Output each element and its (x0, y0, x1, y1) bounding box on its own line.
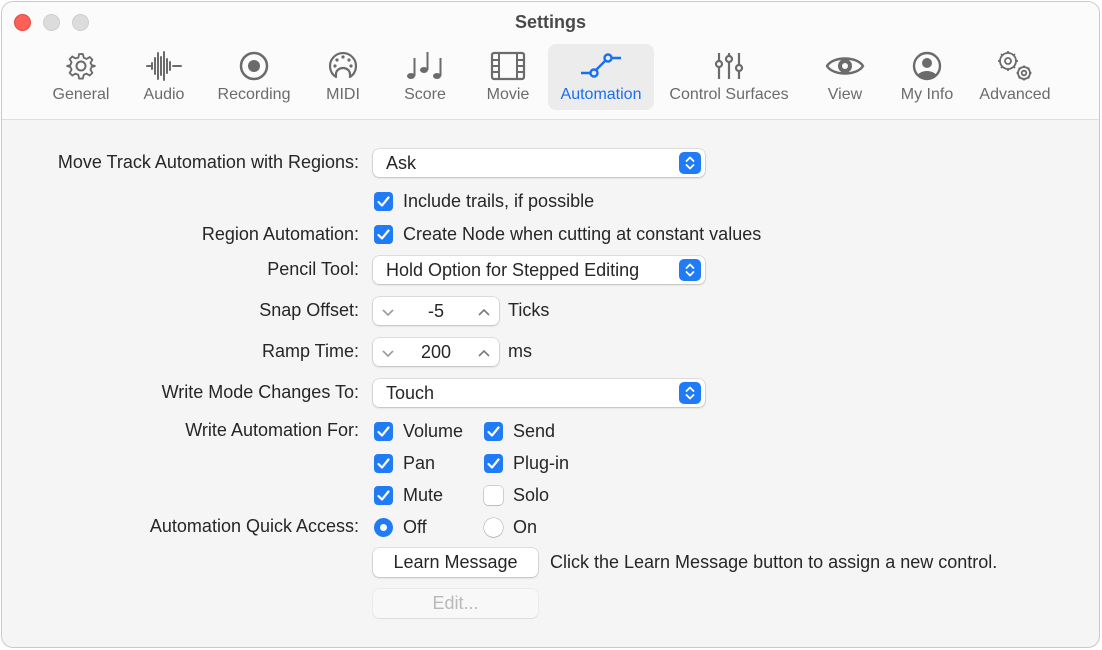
tab-label: MIDI (326, 86, 360, 103)
radio-label: Off (403, 517, 427, 537)
popup-value: Touch (386, 383, 435, 403)
chevron-down-icon[interactable] (381, 303, 395, 324)
tab-score[interactable]: Score (398, 44, 452, 110)
ramp-time-label: Ramp Time: (261, 341, 359, 361)
eye-icon (825, 48, 865, 84)
popup-value: Hold Option for Stepped Editing (386, 260, 640, 280)
checkbox-label: Plug-in (513, 453, 570, 473)
checkmark-icon (374, 192, 393, 211)
checkbox-label: Send (513, 421, 556, 441)
sliders-icon (713, 48, 745, 84)
checkbox-label: Mute (403, 485, 444, 505)
tab-audio[interactable]: Audio (134, 44, 194, 110)
chevron-up-icon[interactable] (477, 303, 491, 324)
tab-midi[interactable]: MIDI (318, 44, 368, 110)
move-track-automation-label: Move Track Automation with Regions: (57, 152, 359, 172)
write-automation-for-label: Write Automation For: (185, 420, 359, 440)
snap-offset-label: Snap Offset: (259, 300, 359, 320)
checkbox-label: Include trails, if possible (403, 191, 595, 211)
radio-label: On (513, 517, 538, 537)
learn-message-hint: Click the Learn Message button to assign… (550, 552, 998, 572)
tab-view[interactable]: View (820, 44, 870, 110)
edit-button[interactable]: Edit... (373, 589, 538, 618)
person-circle-icon (911, 48, 943, 84)
write-mode-changes-label: Write Mode Changes To: (161, 382, 359, 402)
snap-offset-value[interactable]: -5 (401, 297, 471, 325)
radio-selected-icon (374, 518, 393, 537)
tab-label: My Info (900, 86, 954, 103)
learn-message-button[interactable]: Learn Message (373, 548, 538, 577)
checkmark-icon (374, 422, 393, 441)
quick-access-label: Automation Quick Access: (149, 516, 359, 536)
quick-access-off-radio[interactable]: Off (374, 517, 427, 538)
tab-label: Advanced (979, 86, 1051, 103)
region-automation-label: Region Automation: (201, 224, 359, 244)
radio-unselected-icon (484, 518, 503, 537)
tab-label: View (827, 86, 863, 103)
tab-label: Automation (560, 86, 642, 103)
move-track-automation-popup[interactable]: Ask (373, 149, 705, 177)
plug-in-checkbox[interactable]: Plug-in (484, 453, 569, 474)
tab-general[interactable]: General (45, 44, 117, 110)
tab-automation[interactable]: Automation (548, 44, 654, 110)
quick-access-on-radio[interactable]: On (484, 517, 537, 538)
snap-offset-unit: Ticks (508, 300, 550, 320)
window-title: Settings (514, 12, 586, 32)
popup-value: Ask (386, 153, 417, 173)
film-icon (490, 48, 526, 84)
tab-movie[interactable]: Movie (480, 44, 536, 110)
chevron-up-down-icon (679, 152, 701, 174)
pan-checkbox[interactable]: Pan (374, 453, 435, 474)
tab-advanced[interactable]: Advanced (972, 44, 1058, 110)
checkbox-label: Solo (513, 485, 550, 505)
settings-window: Settings General Audio Recording MIDI Sc… (1, 1, 1100, 648)
pencil-tool-popup[interactable]: Hold Option for Stepped Editing (373, 256, 705, 284)
checkmark-icon (374, 486, 393, 505)
write-mode-changes-popup[interactable]: Touch (373, 379, 705, 407)
midi-port-icon (327, 48, 359, 84)
create-node-checkbox[interactable]: Create Node when cutting at constant val… (374, 224, 761, 245)
tab-label: Control Surfaces (669, 86, 789, 103)
volume-checkbox[interactable]: Volume (374, 421, 463, 442)
tab-my-info[interactable]: My Info (894, 44, 960, 110)
mute-checkbox[interactable]: Mute (374, 485, 443, 506)
send-checkbox[interactable]: Send (484, 421, 555, 442)
tab-label: Score (404, 86, 446, 103)
solo-checkbox[interactable]: Solo (484, 485, 549, 506)
tab-label: Movie (486, 86, 530, 103)
music-notes-icon (405, 48, 445, 84)
waveform-icon (146, 48, 182, 84)
checkmark-icon (484, 422, 503, 441)
ramp-time-unit: ms (508, 341, 532, 361)
chevron-down-icon[interactable] (381, 344, 395, 365)
empty-checkbox-icon (484, 486, 503, 505)
tab-control-surfaces[interactable]: Control Surfaces (662, 44, 796, 110)
gear-icon (65, 48, 97, 84)
pencil-tool-label: Pencil Tool: (267, 259, 359, 279)
titlebar: Settings General Audio Recording MIDI Sc… (2, 2, 1099, 120)
checkmark-icon (374, 454, 393, 473)
chevron-up-icon[interactable] (477, 344, 491, 365)
include-trails-checkbox[interactable]: Include trails, if possible (374, 191, 594, 212)
snap-offset-stepper[interactable]: -5 (373, 297, 499, 325)
tab-label: Audio (143, 86, 185, 103)
tab-label: General (52, 86, 110, 103)
chevron-up-down-icon (679, 259, 701, 281)
automation-curve-icon (580, 48, 622, 84)
checkbox-label: Create Node when cutting at constant val… (403, 224, 762, 244)
chevron-up-down-icon (679, 382, 701, 404)
checkbox-label: Pan (403, 453, 436, 473)
ramp-time-stepper[interactable]: 200 (373, 338, 499, 366)
tab-recording[interactable]: Recording (210, 44, 298, 110)
ramp-time-value[interactable]: 200 (401, 338, 471, 366)
tab-label: Recording (217, 86, 291, 103)
gears-icon (995, 48, 1035, 84)
checkbox-label: Volume (403, 421, 464, 441)
checkmark-icon (374, 225, 393, 244)
checkmark-icon (484, 454, 503, 473)
record-icon (238, 48, 270, 84)
